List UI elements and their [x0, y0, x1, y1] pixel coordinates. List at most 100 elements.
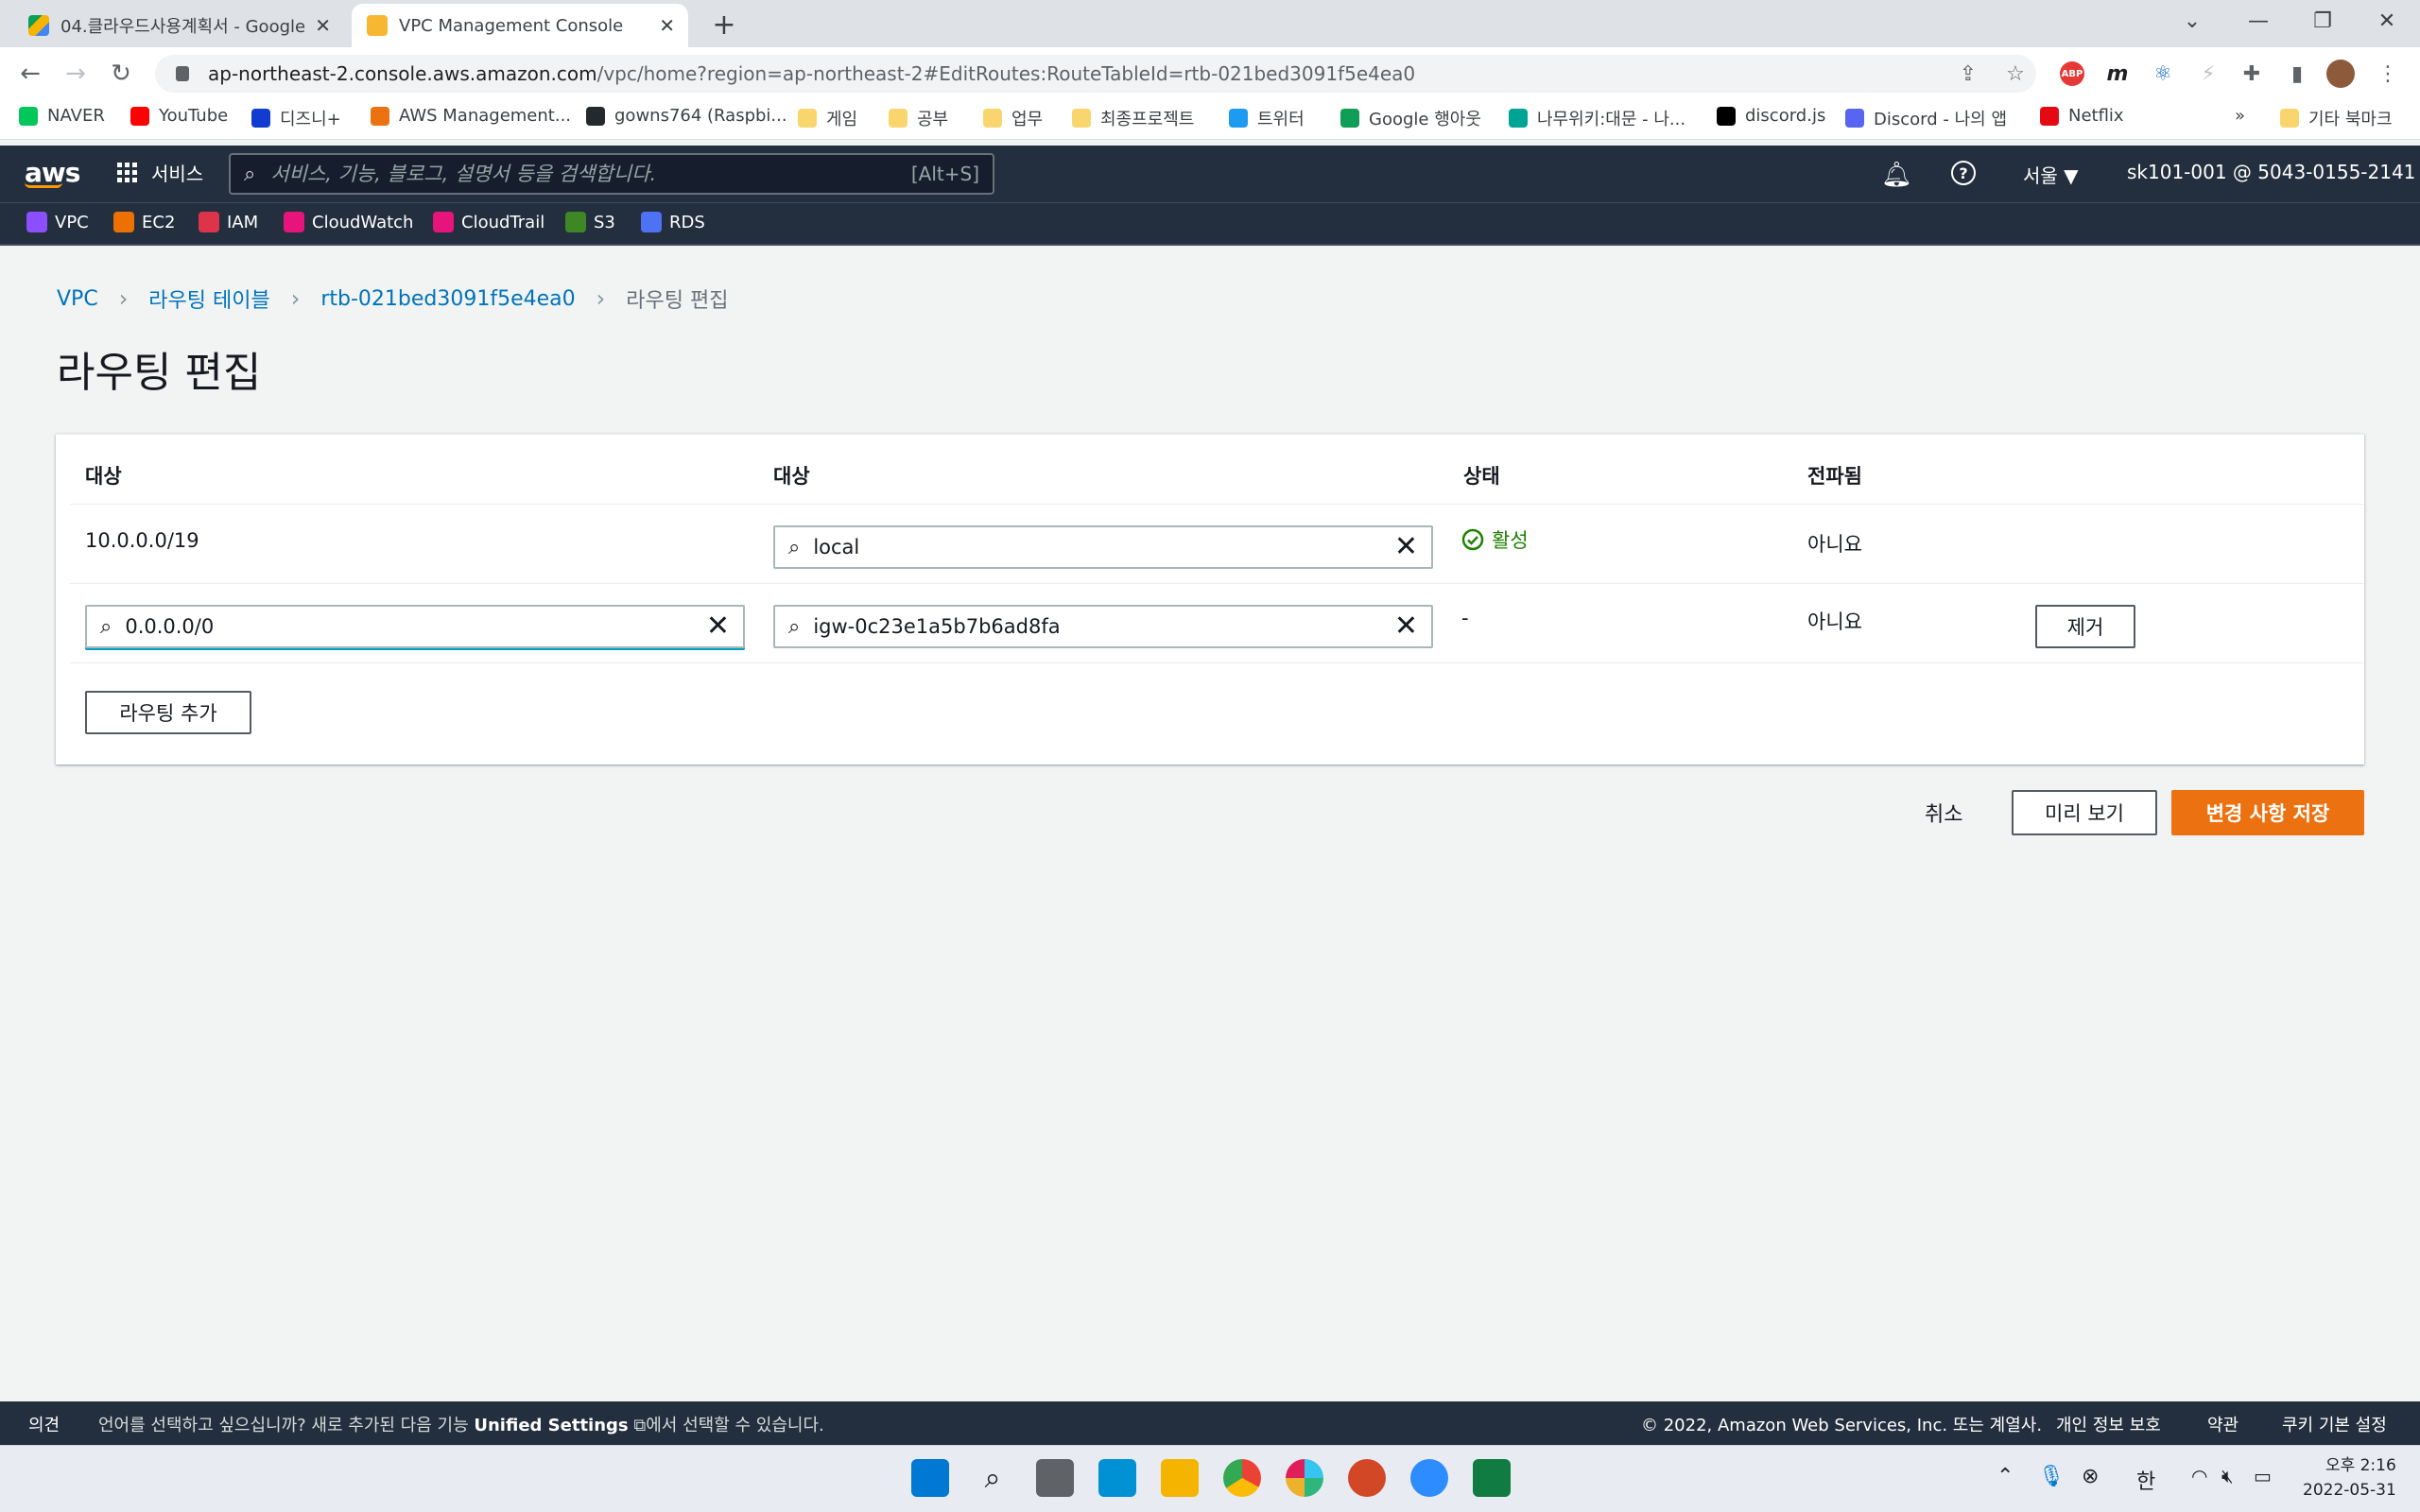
service-icon: [26, 212, 47, 232]
microphone-icon[interactable]: 🎙︎: [2038, 1465, 2065, 1488]
menu-kebab-icon[interactable]: ⋮: [2373, 59, 2403, 89]
other-bookmarks-folder[interactable]: 기타 북마크: [2280, 106, 2393, 130]
close-circle-icon[interactable]: ⊗: [2082, 1465, 2099, 1488]
extensions-puzzle-icon[interactable]: ✚: [2237, 59, 2267, 89]
search-input[interactable]: [270, 163, 911, 185]
share-icon[interactable]: ⇪: [1953, 59, 1983, 89]
clear-icon[interactable]: ✕: [1394, 533, 1418, 561]
search-icon[interactable]: ⌕: [974, 1459, 1011, 1497]
privacy-link[interactable]: 개인 정보 보호: [2056, 1412, 2161, 1436]
breadcrumb-route-tables[interactable]: 라우팅 테이블: [148, 284, 269, 314]
close-tab-icon[interactable]: ✕: [659, 14, 675, 37]
bookmark-item[interactable]: 게임: [798, 106, 857, 130]
ime-indicator[interactable]: 한: [2136, 1465, 2155, 1495]
terms-link[interactable]: 약관: [2207, 1412, 2238, 1436]
account-menu[interactable]: sk101-001 @ 5043-0155-2141 ▼: [2127, 161, 2420, 183]
bookmark-item[interactable]: 나무위키:대문 - 나...: [1509, 106, 1685, 130]
bookmark-item[interactable]: 공부: [889, 106, 948, 130]
side-panel-icon[interactable]: ▮: [2282, 59, 2312, 89]
bookmark-item[interactable]: 디즈니+: [251, 106, 341, 130]
bookmark-item[interactable]: NAVER: [19, 106, 105, 126]
system-clock[interactable]: 오후 2:16 2022-05-31: [2303, 1453, 2396, 1503]
bookmark-item[interactable]: Netflix: [2040, 106, 2124, 126]
preview-button[interactable]: 미리 보기: [2012, 790, 2157, 835]
target-value[interactable]: igw-0c23e1a5b7b6ad8fa: [813, 615, 1394, 638]
notifications-bell-icon[interactable]: 🔔︎: [1881, 161, 1912, 189]
favorite-service-s3[interactable]: S3: [565, 212, 615, 232]
destination-field[interactable]: ⌕ 0.0.0.0/0 ✕: [85, 605, 745, 648]
favorite-service-iam[interactable]: IAM: [199, 212, 258, 232]
battery-icon[interactable]: ▭: [2254, 1465, 2272, 1487]
clear-icon[interactable]: ✕: [706, 612, 730, 641]
bookmark-item[interactable]: 최종프로젝트: [1072, 106, 1194, 130]
zoom-icon[interactable]: [1410, 1459, 1448, 1497]
breadcrumb-vpc[interactable]: VPC: [57, 287, 98, 311]
breadcrumb-route-table-id[interactable]: rtb-021bed3091f5e4ea0: [320, 287, 575, 311]
minimize-button[interactable]: —: [2225, 0, 2291, 42]
save-changes-button[interactable]: 변경 사항 저장: [2171, 790, 2364, 835]
aws-search-box[interactable]: ⌕ [Alt+S]: [229, 153, 994, 195]
services-menu-button[interactable]: 서비스: [117, 159, 203, 186]
bookmark-item[interactable]: YouTube: [130, 106, 228, 126]
destination-value[interactable]: 0.0.0.0/0: [125, 615, 706, 638]
bookmark-item[interactable]: 트위터: [1229, 106, 1305, 130]
aws-logo[interactable]: aws: [25, 157, 80, 188]
feedback-link[interactable]: 의견: [28, 1412, 60, 1436]
bookmarks-overflow-button[interactable]: »: [2235, 106, 2245, 126]
bookmark-item[interactable]: discord.js: [1717, 106, 1825, 126]
favorite-service-vpc[interactable]: VPC: [26, 212, 89, 232]
bookmark-item[interactable]: AWS Management...: [371, 106, 571, 126]
close-window-button[interactable]: ✕: [2354, 0, 2420, 42]
target-value[interactable]: local: [813, 536, 1394, 558]
external-link-icon: ⧉: [633, 1416, 647, 1435]
chrome-icon[interactable]: [1223, 1459, 1261, 1497]
react-devtools-icon[interactable]: ⚛: [2148, 59, 2178, 89]
new-tab-button[interactable]: +: [707, 8, 741, 42]
adblock-extension-icon[interactable]: ABP: [2057, 59, 2087, 89]
help-icon[interactable]: ?: [1951, 161, 1976, 185]
profile-avatar[interactable]: [2325, 59, 2356, 89]
favorite-service-cloudtrail[interactable]: CloudTrail: [433, 212, 544, 232]
forward-icon[interactable]: →: [59, 57, 93, 91]
browser-tab-vpc-console[interactable]: VPC Management Console ✕: [352, 4, 688, 47]
bookmark-favicon-icon: [19, 106, 38, 126]
unified-settings-link[interactable]: Unified Settings: [474, 1416, 628, 1435]
tab-search-icon[interactable]: ⌄: [2159, 0, 2225, 42]
bookmark-item[interactable]: 업무: [983, 106, 1043, 130]
favorite-service-cloudwatch[interactable]: CloudWatch: [284, 212, 413, 232]
windows-start-icon[interactable]: [911, 1459, 949, 1497]
favorite-service-rds[interactable]: RDS: [641, 212, 705, 232]
bookmark-star-icon[interactable]: ☆: [2000, 59, 2031, 89]
wifi-icon[interactable]: ◠: [2191, 1465, 2207, 1487]
lightning-extension-icon[interactable]: ⚡: [2193, 59, 2223, 89]
volume-muted-icon[interactable]: 🔇︎: [2221, 1465, 2234, 1487]
region-selector[interactable]: 서울 ▼: [2023, 161, 2079, 188]
url-text[interactable]: ap-northeast-2.console.aws.amazon.com/vp…: [208, 62, 1415, 85]
reload-icon[interactable]: ↻: [104, 57, 138, 91]
favorite-service-ec2[interactable]: EC2: [113, 212, 175, 232]
task-view-icon[interactable]: [1036, 1459, 1074, 1497]
chevron-up-icon[interactable]: ⌃: [1996, 1465, 2014, 1488]
back-icon[interactable]: ←: [13, 57, 47, 91]
cancel-button[interactable]: 취소: [1925, 798, 1962, 828]
restore-button[interactable]: ❐: [2290, 0, 2356, 42]
bookmark-item[interactable]: gowns764 (Raspbi...: [586, 106, 787, 126]
file-explorer-icon[interactable]: [1161, 1459, 1199, 1497]
cookie-preferences-link[interactable]: 쿠키 기본 설정: [2282, 1412, 2387, 1436]
add-route-button[interactable]: 라우팅 추가: [85, 691, 251, 734]
desktop-icon[interactable]: [1098, 1459, 1136, 1497]
bookmark-item[interactable]: Discord - 나의 앱: [1845, 106, 2007, 130]
browser-tab-google-docs[interactable]: 04.클라우드사용계획서 - Google ✕: [13, 4, 344, 47]
excel-icon[interactable]: [1473, 1459, 1511, 1497]
search-icon: ⌕: [788, 535, 801, 559]
target-field[interactable]: ⌕ igw-0c23e1a5b7b6ad8fa ✕: [773, 605, 1433, 648]
clear-icon[interactable]: ✕: [1394, 612, 1418, 641]
bookmark-item[interactable]: Google 행아웃: [1340, 106, 1481, 130]
target-field[interactable]: ⌕ local ✕: [773, 525, 1433, 569]
m-extension-icon[interactable]: m: [2102, 59, 2133, 89]
address-bar[interactable]: ap-northeast-2.console.aws.amazon.com/vp…: [155, 55, 2036, 93]
remove-route-button[interactable]: 제거: [2035, 605, 2135, 648]
powerpoint-icon[interactable]: [1348, 1459, 1386, 1497]
close-tab-icon[interactable]: ✕: [315, 14, 331, 37]
slack-icon[interactable]: [1286, 1459, 1323, 1497]
